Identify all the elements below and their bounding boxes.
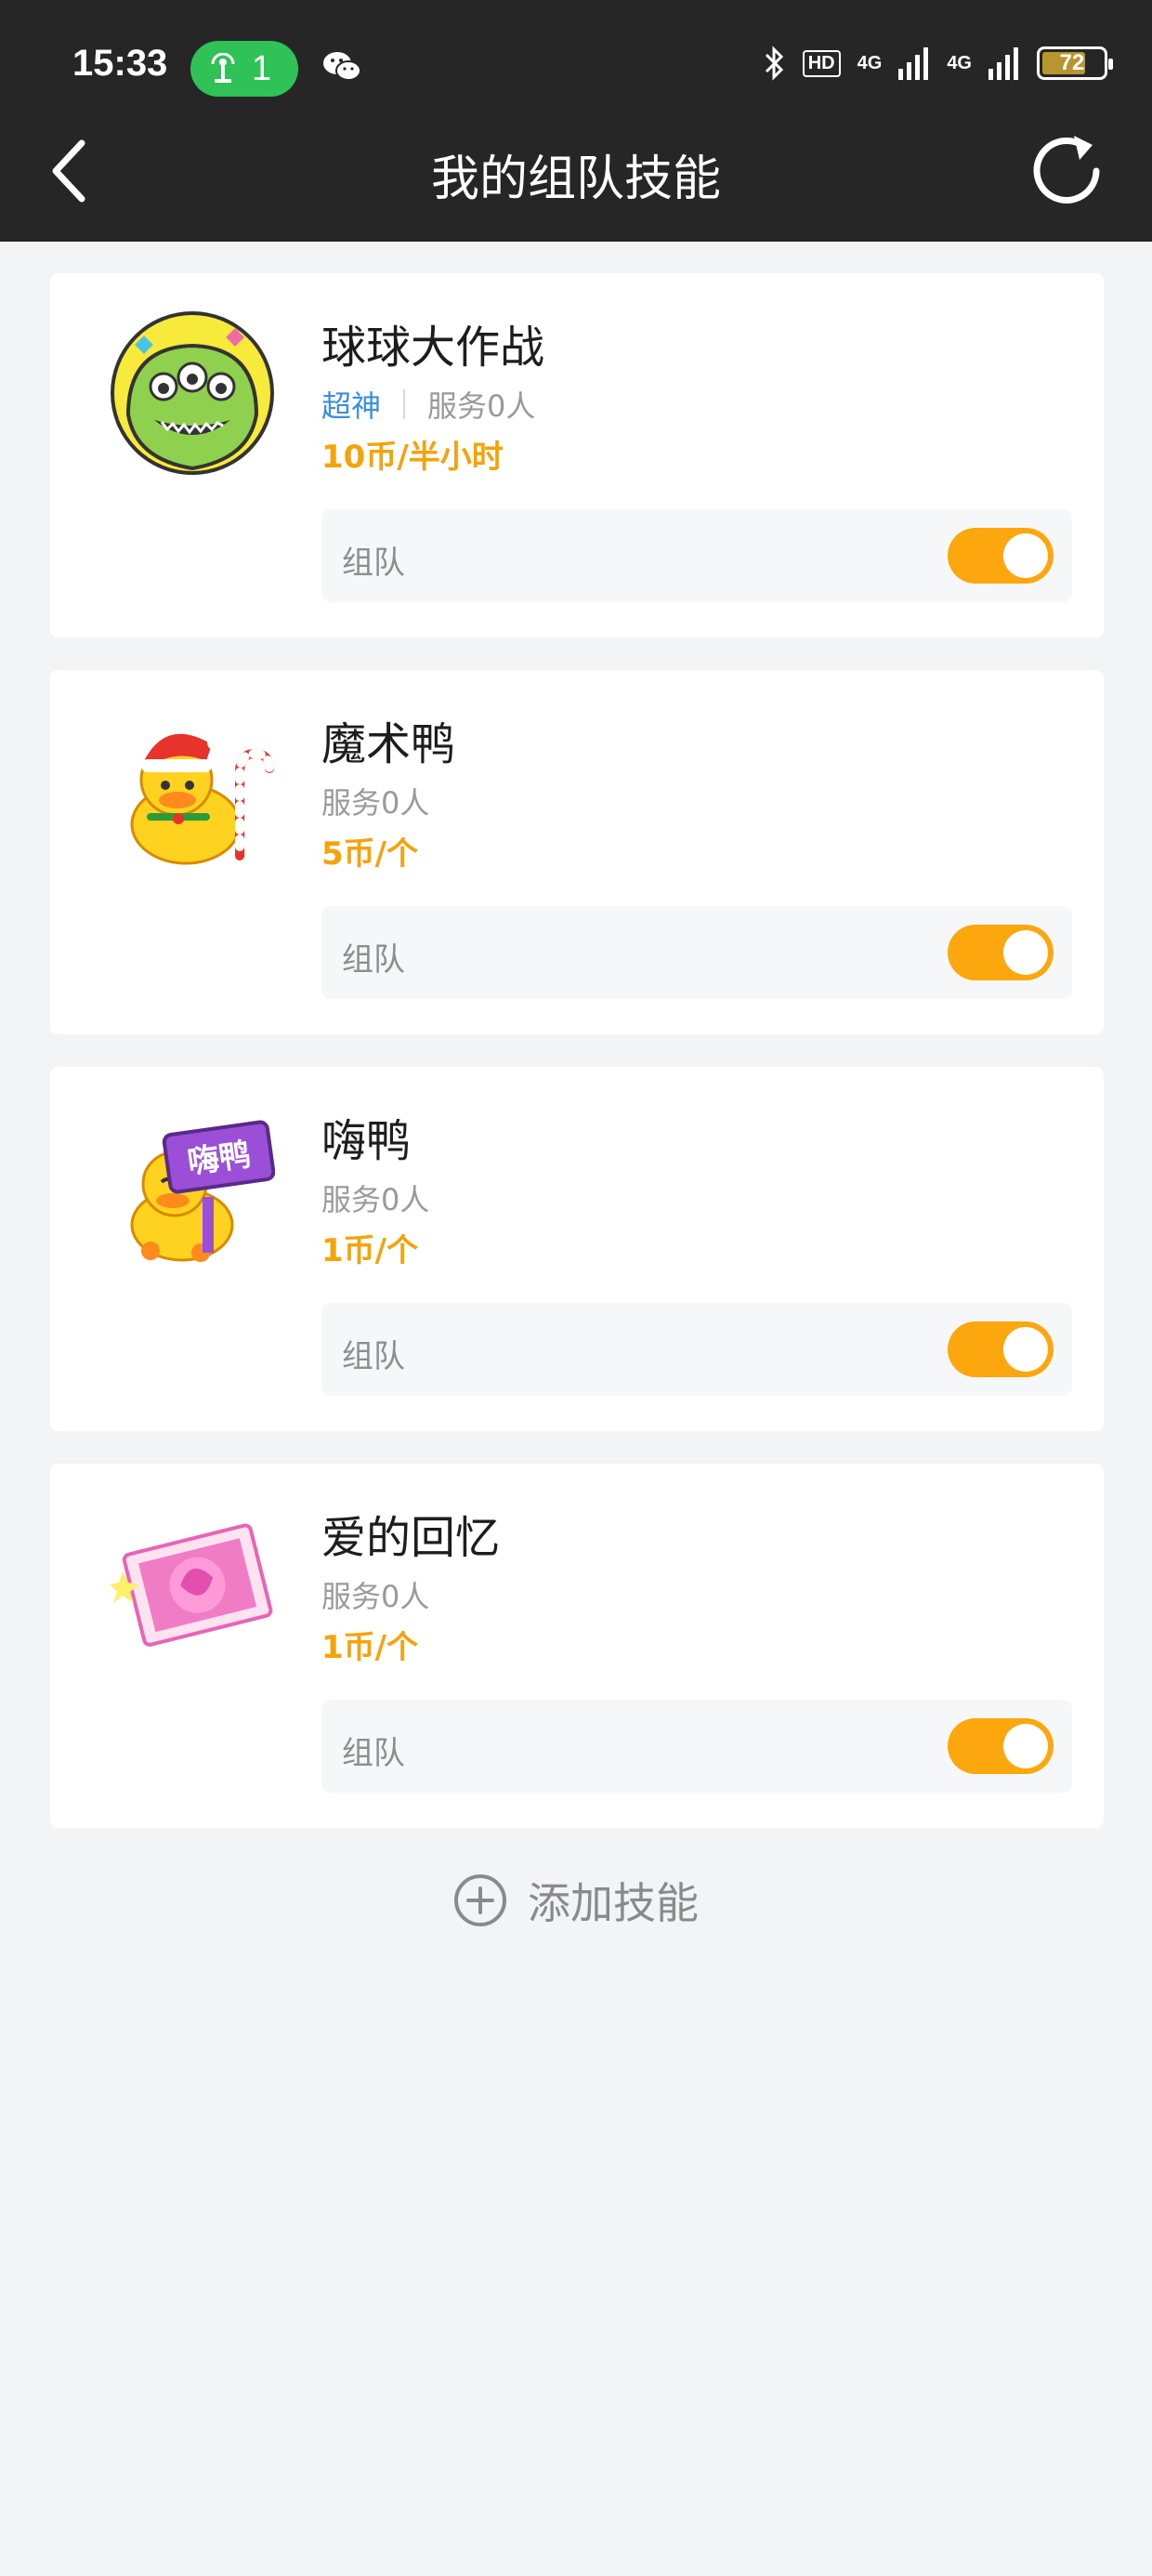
hotspot-badge: 1 [190,41,298,97]
skill-meta: 服务0人 [321,780,429,822]
skill-meta: 超神 服务0人 [321,383,535,426]
skill-card[interactable]: 魔术鸭 服务0人 5币/个 组队 [50,670,1104,1034]
skill-meta: 服务0人 [321,1176,429,1219]
team-row: 组队 [321,1700,1072,1793]
served-count: 服务0人 [321,785,430,821]
hotspot-icon [211,53,235,83]
team-label: 组队 [342,1735,405,1772]
team-toggle[interactable] [948,1321,1054,1377]
skill-name: 爱的回忆 [321,1512,501,1564]
team-row: 组队 [321,1303,1072,1396]
hi-duck-sign-icon: 嗨鸭 [130,1120,275,1262]
skill-card[interactable]: 爱的回忆 服务0人 1币/个 组队 [50,1464,1104,1828]
team-toggle[interactable] [948,925,1054,980]
skill-card[interactable]: 嗨鸭 嗨鸭 服务0人 1币/个 组队 [50,1067,1104,1431]
team-row: 组队 [321,906,1072,999]
refresh-button[interactable] [1026,130,1107,212]
team-label: 组队 [342,545,405,582]
status-icons: HD 4G 4G 72 [762,45,1113,82]
wechat-icon [323,52,361,81]
signal-icon [898,47,929,80]
monster-avatar-icon [111,311,274,475]
toggle-knob [1003,1724,1048,1768]
skill-price: 10币/半小时 [321,439,504,476]
rank-label: 超神 [321,388,382,424]
served-count: 服务0人 [321,1182,430,1217]
team-label: 组队 [342,1338,405,1375]
toggle-knob [1003,930,1048,975]
skill-meta: 服务0人 [321,1573,429,1616]
toggle-knob [1003,533,1048,578]
hd-badge: HD [802,49,841,77]
hotspot-count: 1 [252,48,272,88]
page-title: 我的组队技能 [430,151,721,207]
top-bar: 15:33 1 HD 4G 4G 72 我的组队技能 [0,0,1152,242]
skill-name: 球球大作战 [321,322,545,374]
battery-icon: 72 [1037,46,1113,80]
skill-price: 1币/个 [321,1629,419,1666]
skill-card[interactable]: 球球大作战 超神 服务0人 10币/半小时 组队 [50,273,1104,637]
add-skill-button[interactable]: 添加技能 [0,1870,1152,1931]
team-label: 组队 [342,941,405,979]
team-row: 组队 [321,509,1072,602]
served-count: 服务0人 [321,1579,430,1614]
meta-divider [403,389,406,419]
skill-price: 1币/个 [321,1232,419,1269]
skill-name: 魔术鸭 [321,718,456,770]
bluetooth-icon [765,46,783,81]
toggle-knob [1003,1327,1048,1372]
status-time: 15:33 [72,43,168,84]
served-count: 服务0人 [427,388,536,424]
battery-level: 72 [1059,50,1085,75]
signal-icon-2 [988,47,1018,80]
add-skill-label: 添加技能 [528,1878,699,1928]
plus-circle-icon [454,1874,506,1926]
team-toggle[interactable] [948,528,1054,584]
network-4g-label: 4G [857,52,883,73]
christmas-duck-icon [130,733,274,865]
skill-name: 嗨鸭 [321,1115,412,1167]
love-memory-card-icon [110,1523,273,1647]
skill-price: 5币/个 [321,835,419,873]
team-toggle[interactable] [948,1718,1054,1774]
network-4g-label-2: 4G [947,52,972,73]
